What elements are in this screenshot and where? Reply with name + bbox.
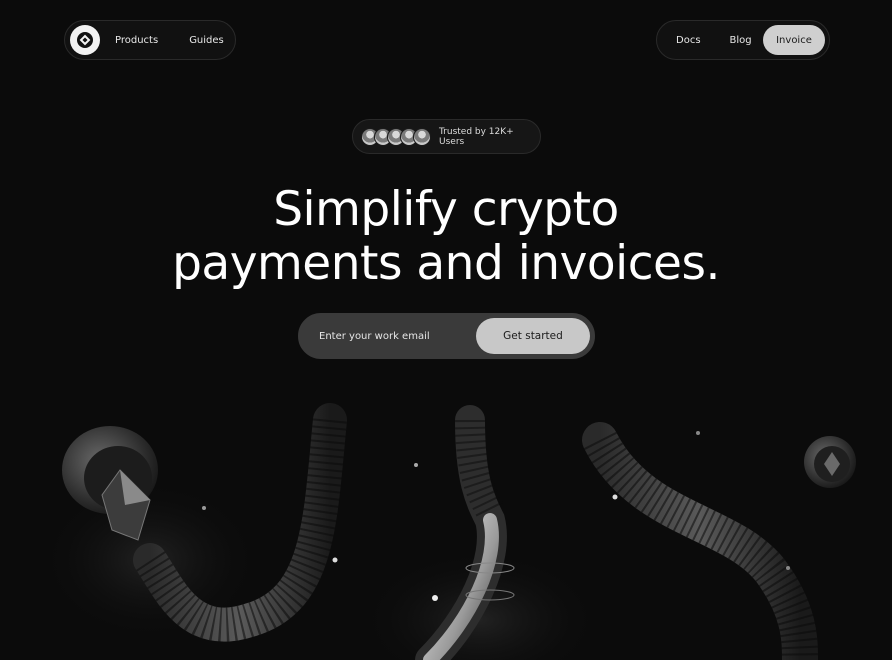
nav-link-products[interactable]: Products <box>115 35 158 46</box>
invoice-button[interactable]: Invoice <box>763 25 825 55</box>
signup-form: Get started <box>298 313 595 359</box>
trust-badge: Trusted by 12K+ Users <box>352 119 541 154</box>
hero-line-1: Simplify crypto <box>273 182 619 237</box>
user-avatars <box>361 127 431 146</box>
nav-right-pill: Docs Blog Invoice <box>656 20 830 60</box>
nav-link-docs[interactable]: Docs <box>676 35 701 46</box>
avatar <box>413 127 431 146</box>
email-input[interactable] <box>299 314 474 358</box>
get-started-button[interactable]: Get started <box>476 318 590 354</box>
brand-logo-icon[interactable] <box>70 25 100 55</box>
hero-illustration <box>40 403 856 660</box>
hero-heading: Simplify crypto payments and invoices. <box>0 183 892 291</box>
trust-text: Trusted by 12K+ Users <box>439 126 514 147</box>
nav-link-blog[interactable]: Blog <box>730 35 752 46</box>
nav-link-guides[interactable]: Guides <box>189 35 224 46</box>
hero-line-2: payments and invoices. <box>172 236 720 291</box>
nav-left-pill: Products Guides <box>64 20 236 60</box>
